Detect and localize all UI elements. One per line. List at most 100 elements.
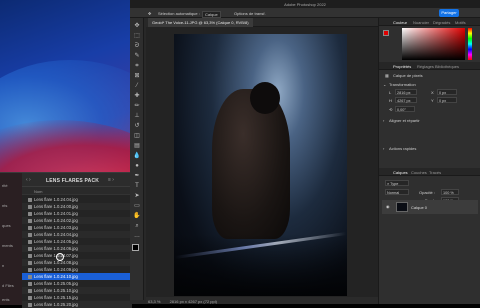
tab-couleur[interactable]: Couleur — [393, 20, 407, 25]
tab-calques[interactable]: Calques — [393, 170, 408, 175]
more-tools-icon[interactable]: … — [133, 232, 141, 240]
layer-type-label: Calque de pixels — [393, 73, 423, 78]
healing-brush-icon[interactable]: ✚ — [133, 92, 141, 100]
quick-actions-section-title[interactable]: Actions rapides — [389, 146, 416, 151]
document-photo[interactable] — [174, 34, 347, 296]
fg-color-swatch[interactable] — [383, 30, 389, 36]
sidebar-item[interactable]: ents — [2, 297, 10, 302]
file-row[interactable]: Lens flare 1.0.24.01.jpg — [22, 210, 132, 217]
pixel-layer-icon: ▦ — [385, 73, 389, 78]
eyedropper-icon[interactable]: ⁄ — [133, 82, 141, 90]
width-label: L — [389, 90, 392, 95]
frame-tool-icon[interactable]: ⊠ — [133, 72, 141, 80]
chevron-right-icon[interactable]: › — [383, 146, 384, 151]
sidebar-item[interactable]: d Files — [2, 283, 14, 288]
sidebar-item[interactable]: rité — [2, 183, 8, 188]
file-row[interactable]: Lens flare 1.0.24.08.jpg — [22, 259, 132, 266]
photo-figure — [212, 89, 290, 239]
file-row[interactable]: Lens flare 1.0.24.02.jpg — [22, 217, 132, 224]
file-row[interactable]: Lens flare 1.0.25.20.jpg — [22, 301, 132, 308]
angle-field[interactable]: 0,00° — [395, 106, 415, 112]
file-name: Lens flare 1.0.25.10.jpg — [34, 288, 78, 294]
tab-couches[interactable]: Couches — [411, 170, 427, 175]
type-tool-icon[interactable]: T — [133, 182, 141, 190]
file-row[interactable]: Lens flare 1.0.24.00.jpg — [22, 203, 132, 210]
lasso-tool-icon[interactable]: ᘐ — [133, 42, 141, 50]
share-button[interactable]: Partager — [439, 9, 459, 17]
back-forward-icon[interactable]: ‹ › — [26, 177, 31, 183]
quick-select-icon[interactable]: ✎ — [133, 52, 141, 60]
hue-slider[interactable] — [468, 28, 472, 60]
image-file-icon — [28, 302, 32, 307]
image-file-icon — [28, 246, 32, 251]
clone-stamp-icon[interactable]: ⊥ — [133, 112, 141, 120]
tab-bibliotheques[interactable]: Bibliothèques — [435, 64, 459, 69]
image-file-icon — [28, 225, 32, 230]
file-row[interactable]: Lens flare 1.0.25.05.jpg — [22, 280, 132, 287]
photo-figure-head — [250, 82, 280, 114]
chevron-right-icon[interactable]: › — [383, 118, 384, 123]
eye-icon[interactable]: ◉ — [386, 204, 390, 209]
shape-tool-icon[interactable]: ▭ — [133, 202, 141, 210]
foreground-color-swatch[interactable] — [132, 244, 139, 251]
pen-tool-icon[interactable]: ✒ — [133, 172, 141, 180]
tab-proprietes[interactable]: Propriétés — [393, 64, 411, 69]
zoom-tool-icon[interactable]: ⌕ — [133, 222, 141, 230]
file-row[interactable]: Lens flare 1.0.24.05.jpg — [22, 238, 132, 245]
file-row[interactable]: Lens flare 1.0.24.09.jpg — [22, 266, 132, 273]
auto-select-dropdown[interactable]: Calque — [202, 10, 221, 18]
width-field[interactable]: 2816 px — [395, 89, 417, 95]
sidebar-item[interactable]: ments — [2, 243, 13, 248]
opacity-field[interactable]: 100 % — [441, 189, 459, 195]
image-file-icon — [28, 197, 32, 202]
file-row[interactable]: Lens flare 1.0.25.15.jpg — [22, 294, 132, 301]
transform-options-checkbox[interactable]: Options de transf. — [234, 11, 266, 16]
tab-degrades[interactable]: Dégradés — [433, 20, 450, 25]
brush-tool-icon[interactable]: ✏ — [133, 102, 141, 110]
transform-section-title[interactable]: Transformation — [389, 82, 416, 87]
tab-motifs[interactable]: Motifs — [455, 20, 466, 25]
blend-mode-dropdown[interactable]: Normal — [385, 189, 409, 195]
layer-name[interactable]: Calque 0 — [411, 205, 427, 210]
eraser-icon[interactable]: ◫ — [133, 132, 141, 140]
chevron-down-icon[interactable]: ⌄ — [383, 82, 386, 87]
layers-panel-tabs: Calques Couches Tracés — [379, 168, 480, 176]
hand-tool-icon[interactable]: ✋ — [133, 212, 141, 220]
file-row[interactable]: Lens flare 1.0.24.04.jpg — [22, 231, 132, 238]
path-select-icon[interactable]: ➤ — [133, 192, 141, 200]
dodge-tool-icon[interactable]: ● — [133, 162, 141, 170]
image-file-icon — [28, 239, 32, 244]
file-row[interactable]: Lens flare 1.0.24.04.jpg — [22, 196, 132, 203]
tab-reglages[interactable]: Réglages — [417, 64, 434, 69]
tab-traces[interactable]: Tracés — [429, 170, 441, 175]
y-field[interactable]: 0 px — [437, 97, 457, 103]
sidebar-item[interactable]: ques — [2, 223, 11, 228]
crop-tool-icon[interactable]: ⌗ — [133, 62, 141, 70]
view-options-icon[interactable]: ≡ › — [108, 177, 114, 183]
column-header-name[interactable]: Nom — [22, 187, 132, 195]
blur-tool-icon[interactable]: 💧 — [133, 152, 141, 160]
file-row[interactable]: Lens flare 1.0.24.06.jpg — [22, 245, 132, 252]
history-brush-icon[interactable]: ↺ — [133, 122, 141, 130]
move-tool-icon[interactable]: ✥ — [148, 11, 151, 16]
height-field[interactable]: 4267 px — [395, 97, 417, 103]
align-section-title[interactable]: Aligner et répartir — [389, 118, 420, 123]
file-row[interactable]: Lens flare 1.0.25.10.jpg — [22, 287, 132, 294]
file-row[interactable]: Lens flare 1.0.24.03.jpg — [22, 224, 132, 231]
document-tab[interactable]: Geoid* The Voice-11.JPG @ 63,3% (Calque … — [148, 18, 253, 27]
image-file-icon — [28, 211, 32, 216]
x-field[interactable]: 0 px — [437, 89, 457, 95]
tab-nuancier[interactable]: Nuancier — [413, 20, 429, 25]
gradient-tool-icon[interactable]: ▤ — [133, 142, 141, 150]
file-row[interactable]: Lens flare 1.0.24.07.jpg — [22, 252, 132, 259]
sidebar-item[interactable]: n — [2, 263, 4, 268]
file-row[interactable]: Lens flare 1.0.24.10.jpg — [22, 273, 132, 280]
zoom-level[interactable]: 63,3 % — [148, 299, 160, 304]
layer-filter-dropdown[interactable]: ⌕ Type — [385, 180, 409, 186]
color-picker-field[interactable] — [402, 28, 465, 60]
marquee-tool-icon[interactable]: ⬚ — [133, 32, 141, 40]
image-file-icon — [28, 267, 32, 272]
file-name: Lens flare 1.0.24.05.jpg — [34, 239, 78, 245]
move-tool-icon[interactable]: ✥ — [133, 22, 141, 30]
sidebar-item[interactable]: nts — [2, 203, 7, 208]
